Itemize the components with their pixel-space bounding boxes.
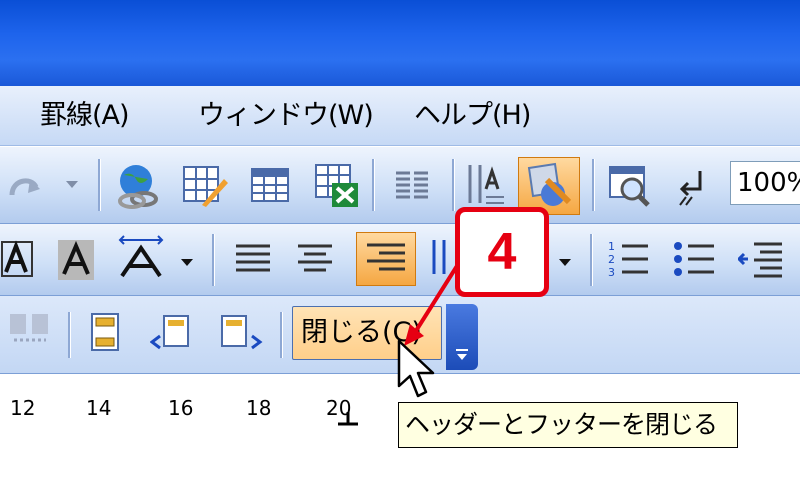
justify-icon[interactable]: [232, 240, 274, 278]
toolbar-separator: [98, 159, 100, 211]
toolbar-separator: [68, 312, 70, 358]
toolbar-separator: [372, 159, 374, 211]
ruler-tick-label: 12: [10, 396, 36, 420]
show-next-icon[interactable]: [216, 310, 264, 356]
insert-excel-icon[interactable]: [312, 161, 360, 209]
hyperlink-icon[interactable]: [114, 161, 166, 211]
toolbar-separator: [590, 234, 592, 286]
standard-toolbar: 100%: [0, 147, 800, 224]
zoom-combobox[interactable]: 100%: [730, 161, 800, 205]
toolbar-separator: [452, 159, 454, 211]
chevron-down-icon: [456, 349, 468, 360]
ruler-tick-label: 16: [168, 396, 194, 420]
switch-header-footer-icon[interactable]: [86, 310, 130, 356]
tables-borders-icon[interactable]: [180, 161, 230, 211]
redo-dropdown-icon[interactable]: [64, 179, 80, 189]
character-scaling-icon[interactable]: [116, 234, 168, 282]
character-border-icon[interactable]: [0, 240, 36, 280]
toolbar-separator: [280, 312, 282, 358]
bullets-icon[interactable]: [672, 238, 718, 280]
menu-table[interactable]: 罫線(A): [40, 94, 130, 138]
insert-table-icon[interactable]: [248, 163, 292, 207]
same-as-previous-icon[interactable]: [6, 310, 54, 354]
decrease-indent-icon[interactable]: [738, 238, 784, 280]
toolbar-separator: [212, 234, 214, 286]
ruler-tick-label: 14: [86, 396, 112, 420]
show-formatting-icon[interactable]: [676, 167, 710, 207]
character-shading-icon[interactable]: [58, 240, 94, 280]
ruler-tick-label: 18: [246, 396, 272, 420]
svg-text:2: 2: [608, 253, 615, 266]
tooltip: ヘッダーとフッターを閉じる: [398, 402, 738, 448]
svg-text:1: 1: [608, 240, 615, 253]
menu-window[interactable]: ウィンドウ(W): [198, 94, 374, 138]
right-indent-marker-icon[interactable]: [336, 412, 360, 428]
numbering-icon[interactable]: 123: [606, 238, 652, 280]
print-preview-icon[interactable]: [606, 161, 654, 209]
drawing-icon[interactable]: [464, 161, 508, 209]
window-title-bar: [0, 0, 800, 86]
align-center-icon[interactable]: [294, 240, 336, 278]
align-dropdown-icon[interactable]: [558, 258, 572, 268]
scaling-dropdown-icon[interactable]: [180, 258, 194, 268]
menu-bar: 罫線(A) ウィンドウ(W) ヘルプ(H): [0, 86, 800, 146]
show-previous-icon[interactable]: [150, 310, 198, 356]
mouse-cursor-icon: [397, 339, 435, 398]
redo-icon[interactable]: [6, 167, 46, 203]
toolbar-separator: [592, 159, 594, 211]
menu-help[interactable]: ヘルプ(H): [414, 94, 531, 138]
columns-icon[interactable]: [392, 167, 432, 203]
svg-text:3: 3: [608, 266, 615, 279]
step-number-callout: 4: [455, 207, 549, 297]
